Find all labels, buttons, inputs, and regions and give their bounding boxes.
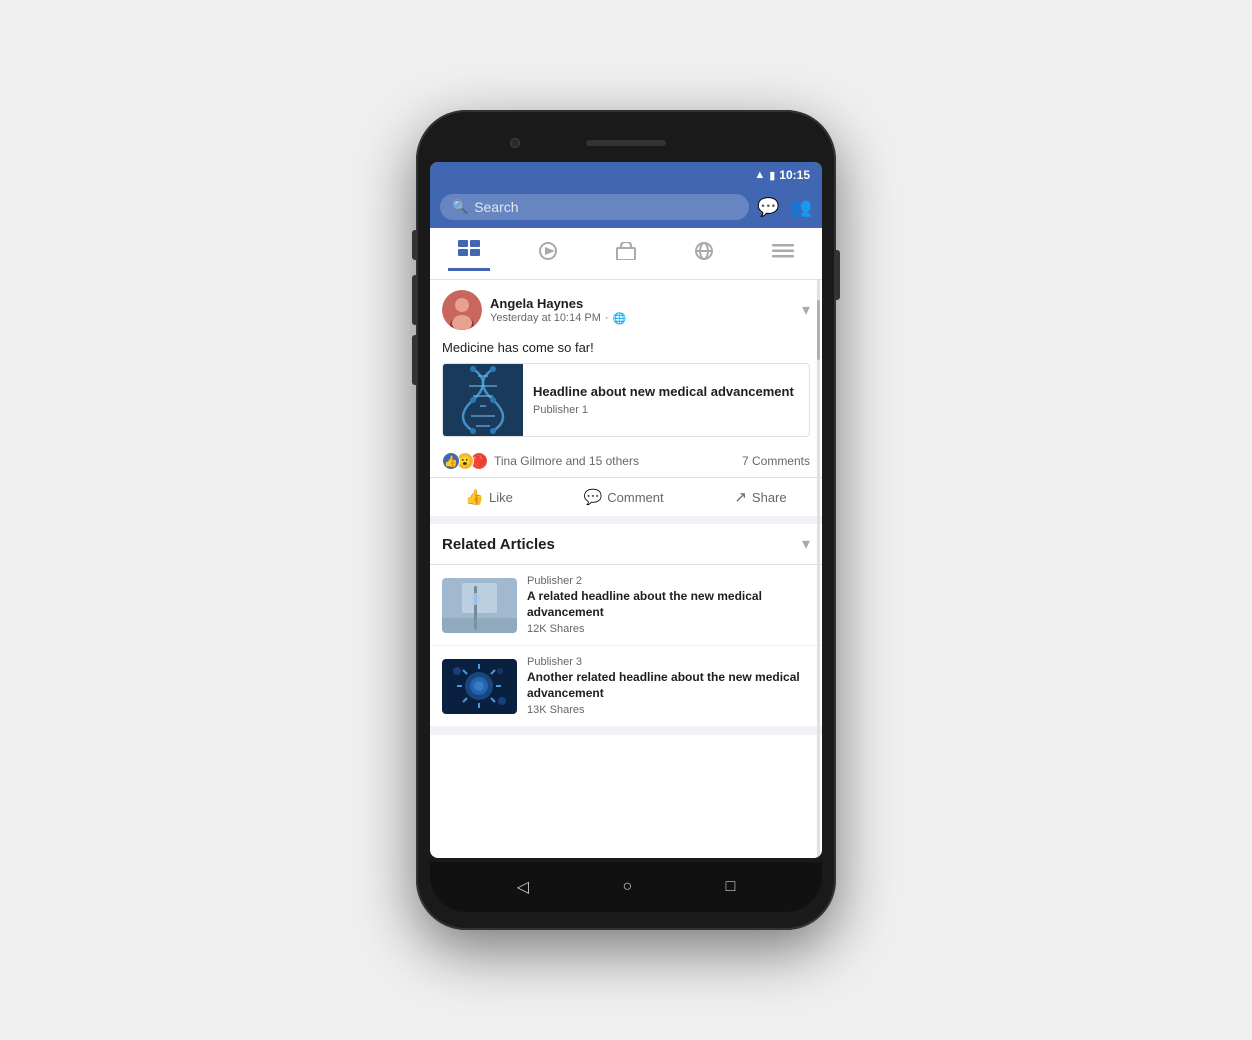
post-card: Angela Haynes Yesterday at 10:14 PM · 🌐 … bbox=[430, 280, 822, 516]
people-icon[interactable]: 👥 bbox=[790, 197, 812, 218]
related-articles-title: Related Articles bbox=[442, 536, 555, 553]
visibility-icon: 🌐 bbox=[613, 312, 627, 325]
phone-speaker bbox=[586, 140, 666, 146]
related-headline-1: A related headline about the new medical… bbox=[527, 589, 810, 620]
power-button bbox=[836, 250, 840, 300]
search-icon: 🔍 bbox=[452, 199, 468, 215]
post-author-name: Angela Haynes bbox=[490, 296, 626, 311]
vol-down-button bbox=[412, 275, 416, 325]
like-button[interactable]: 👍 Like bbox=[449, 482, 529, 512]
comment-icon: 💬 bbox=[584, 488, 603, 506]
article-thumbnail bbox=[443, 364, 523, 436]
back-button[interactable]: ◁ bbox=[517, 877, 529, 897]
related-articles-section: Related Articles ▾ bbox=[430, 524, 822, 727]
related-pub-1: Publisher 2 bbox=[527, 575, 810, 587]
related-article-item-1[interactable]: Publisher 2 A related headline about the… bbox=[430, 565, 822, 646]
share-button[interactable]: ↗ Share bbox=[718, 482, 802, 512]
phone-top-bar bbox=[430, 128, 822, 158]
tab-video[interactable] bbox=[527, 238, 569, 270]
scroll-thumb bbox=[817, 300, 820, 360]
related-info-2: Publisher 3 Another related headline abo… bbox=[527, 656, 810, 716]
feed-container: Angela Haynes Yesterday at 10:14 PM · 🌐 … bbox=[430, 280, 822, 858]
related-thumb-2 bbox=[442, 659, 517, 714]
wifi-icon: ▲ bbox=[754, 169, 765, 181]
menu-icon bbox=[772, 242, 794, 266]
related-pub-2: Publisher 3 bbox=[527, 656, 810, 668]
comment-button[interactable]: 💬 Comment bbox=[568, 482, 680, 512]
related-thumb-1 bbox=[442, 578, 517, 633]
time-display: 10:15 bbox=[779, 168, 810, 182]
action-buttons: 👍 Like 💬 Comment ↗ Share bbox=[430, 478, 822, 516]
post-header: Angela Haynes Yesterday at 10:14 PM · 🌐 … bbox=[430, 280, 822, 336]
post-options-chevron[interactable]: ▾ bbox=[802, 300, 810, 320]
search-placeholder: Search bbox=[474, 199, 518, 215]
tab-marketplace[interactable] bbox=[605, 238, 647, 270]
feed: Angela Haynes Yesterday at 10:14 PM · 🌐 … bbox=[430, 280, 822, 735]
tab-newsfeed[interactable] bbox=[448, 236, 490, 271]
scroll-track bbox=[817, 280, 820, 858]
search-bar: 🔍 Search 💬 👥 bbox=[430, 188, 822, 228]
search-input-wrap[interactable]: 🔍 Search bbox=[440, 194, 749, 220]
nav-tabs bbox=[430, 228, 822, 280]
post-text: Medicine has come so far! bbox=[430, 336, 822, 363]
like-reaction: 👍 bbox=[442, 452, 460, 470]
like-label: Like bbox=[489, 490, 513, 505]
like-icon: 👍 bbox=[465, 488, 484, 506]
front-camera bbox=[510, 138, 520, 148]
tab-menu[interactable] bbox=[762, 238, 804, 270]
globe-icon bbox=[693, 242, 715, 266]
video-icon bbox=[537, 242, 559, 266]
article-title: Headline about new medical advancement bbox=[533, 384, 794, 401]
related-info-1: Publisher 2 A related headline about the… bbox=[527, 575, 810, 635]
article-preview[interactable]: Headline about new medical advancement P… bbox=[442, 363, 810, 437]
comment-label: Comment bbox=[607, 490, 663, 505]
comments-count: 7 Comments bbox=[742, 454, 810, 468]
phone-shell: ▲ ▮ 10:15 🔍 Search 💬 👥 bbox=[416, 110, 836, 930]
marketplace-icon bbox=[615, 242, 637, 266]
avatar[interactable] bbox=[442, 290, 482, 330]
related-articles-header: Related Articles ▾ bbox=[430, 524, 822, 565]
post-author-info: Angela Haynes Yesterday at 10:14 PM · 🌐 bbox=[490, 296, 626, 325]
article-info: Headline about new medical advancement P… bbox=[523, 364, 804, 436]
post-meta: Yesterday at 10:14 PM · 🌐 bbox=[490, 312, 626, 325]
share-label: Share bbox=[752, 490, 787, 505]
vol-up-button bbox=[412, 230, 416, 260]
reactions-left: 👍 😮 ❤️ Tina Gilmore and 15 others bbox=[442, 451, 639, 471]
post-timestamp: Yesterday at 10:14 PM bbox=[490, 312, 601, 324]
status-icons: ▲ ▮ 10:15 bbox=[754, 168, 810, 182]
post-header-left: Angela Haynes Yesterday at 10:14 PM · 🌐 bbox=[442, 290, 626, 330]
reaction-emojis: 👍 😮 ❤️ bbox=[442, 451, 486, 471]
related-shares-1: 12K Shares bbox=[527, 623, 810, 635]
newsfeed-icon bbox=[458, 240, 480, 264]
article-publisher: Publisher 1 bbox=[533, 404, 794, 416]
recents-button[interactable]: □ bbox=[726, 878, 736, 896]
related-headline-2: Another related headline about the new m… bbox=[527, 670, 810, 701]
header-icons: 💬 👥 bbox=[757, 197, 812, 218]
phone-screen: ▲ ▮ 10:15 🔍 Search 💬 👥 bbox=[430, 162, 822, 858]
status-bar: ▲ ▮ 10:15 bbox=[430, 162, 822, 188]
android-nav-bar: ◁ ○ □ bbox=[430, 862, 822, 912]
related-article-item-2[interactable]: Publisher 3 Another related headline abo… bbox=[430, 646, 822, 727]
silent-button bbox=[412, 335, 416, 385]
reactions-row: 👍 😮 ❤️ Tina Gilmore and 15 others 7 Comm… bbox=[430, 445, 822, 478]
tab-globe[interactable] bbox=[683, 238, 725, 270]
related-shares-2: 13K Shares bbox=[527, 704, 810, 716]
share-icon: ↗ bbox=[734, 488, 747, 506]
related-articles-chevron[interactable]: ▾ bbox=[802, 534, 810, 554]
reaction-count: Tina Gilmore and 15 others bbox=[494, 454, 639, 468]
battery-icon: ▮ bbox=[769, 169, 775, 182]
messenger-icon[interactable]: 💬 bbox=[757, 197, 779, 218]
dot-separator: · bbox=[605, 312, 609, 324]
home-button[interactable]: ○ bbox=[622, 878, 632, 896]
